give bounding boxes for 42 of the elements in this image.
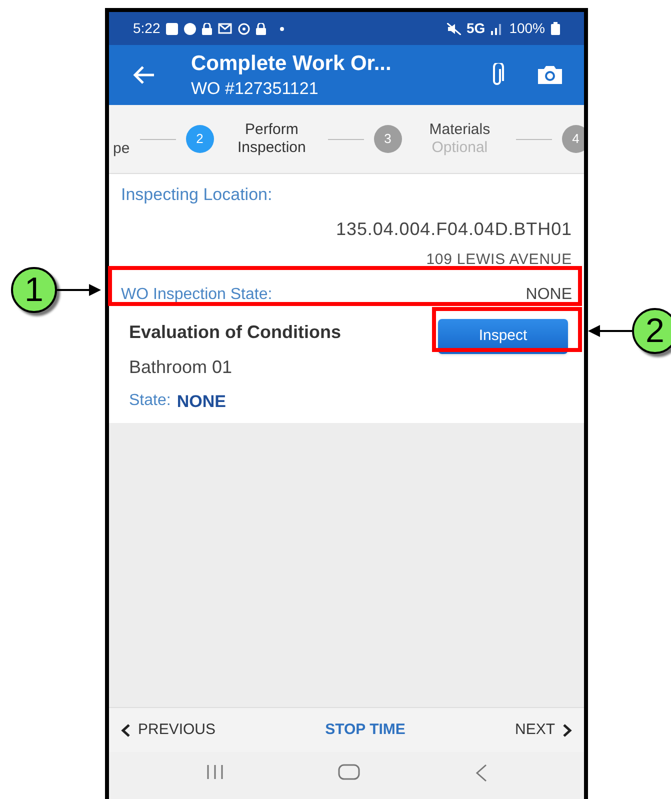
status-time: 5:22 [133, 19, 160, 38]
step-label: Materials [428, 121, 492, 139]
inspection-state-label: WO Inspection State: [121, 285, 272, 305]
network-label: 5G [466, 19, 486, 38]
location-code: 135.04.004.F04.04D.BTH01 [336, 218, 572, 240]
step-label: Perform Inspection [236, 121, 307, 157]
battery-level: 100% [509, 19, 545, 38]
lock-icon [256, 22, 266, 34]
callout-number: 1 [11, 267, 57, 313]
inspection-state-value: NONE [526, 285, 572, 305]
mail-icon [218, 23, 232, 34]
step-number[interactable]: 2 [186, 125, 214, 153]
mute-icon [446, 22, 460, 34]
next-button[interactable]: NEXT [514, 718, 572, 742]
signal-icon [491, 22, 504, 34]
battery-icon [551, 22, 560, 35]
previous-button[interactable]: PREVIOUS [121, 718, 216, 742]
back-icon[interactable] [474, 764, 487, 782]
chevron-left-icon [121, 724, 130, 736]
step-number[interactable]: 3 [374, 125, 402, 153]
room-name: Bathroom 01 [129, 356, 234, 379]
stop-time-button[interactable]: STOP TIME [325, 718, 406, 742]
recents-icon[interactable] [206, 764, 224, 780]
dot-icon [280, 26, 284, 30]
camera-button[interactable] [536, 64, 564, 86]
location-address: 109 LEWIS AVENUE [426, 250, 572, 270]
evaluation-title: Evaluation of Conditions [129, 321, 341, 344]
back-button[interactable] [133, 66, 155, 84]
attachment-button[interactable] [490, 63, 504, 87]
step-number[interactable]: 4 [562, 125, 584, 153]
step-label: pe [113, 140, 130, 158]
home-icon[interactable] [338, 764, 360, 780]
state-label: State: [129, 391, 171, 411]
chevron-right-icon [563, 724, 572, 736]
location-label: Inspecting Location: [121, 184, 274, 206]
arrow-icon [57, 284, 101, 296]
work-order-number: WO #127351121 [191, 78, 320, 99]
callout-number: 2 [632, 308, 671, 354]
step-sublabel: Optional [432, 139, 488, 157]
state-value: NONE [176, 391, 226, 413]
screen-title: Complete Work Or... [191, 51, 392, 78]
lock-icon [202, 22, 212, 34]
